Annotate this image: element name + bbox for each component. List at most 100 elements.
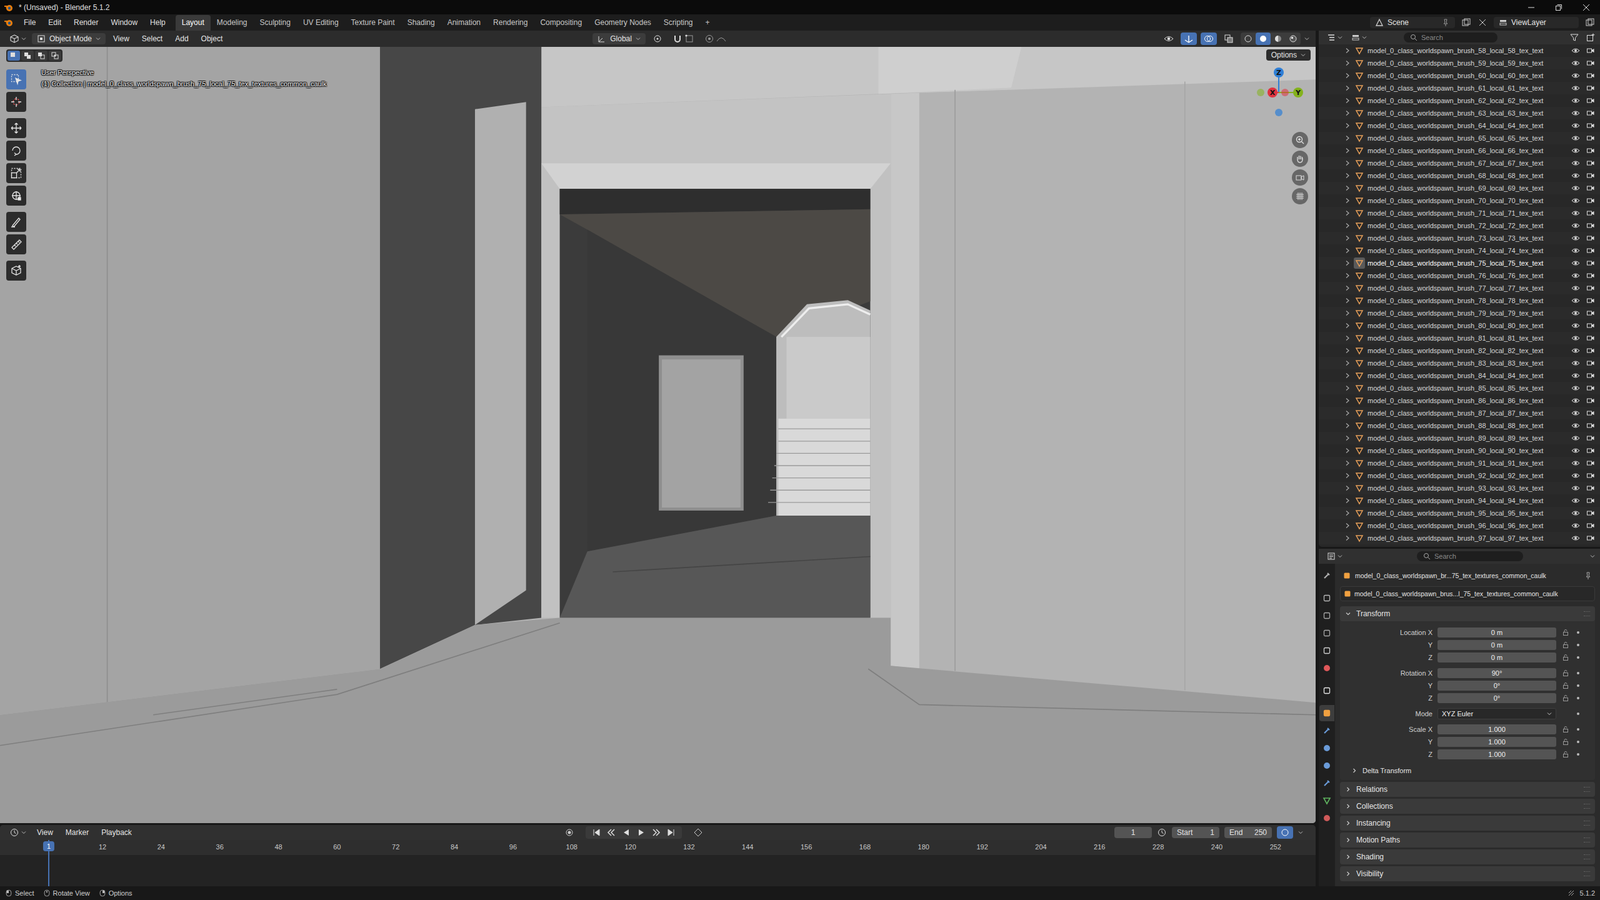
workspace-tab[interactable]: Layout <box>175 15 211 31</box>
negative-z-axis[interactable] <box>1275 108 1283 117</box>
number-field[interactable]: 0 m <box>1437 652 1557 663</box>
timeline-track-area[interactable]: 1224364860728496108120132144156168180192… <box>0 840 1316 887</box>
expand-icon[interactable] <box>1343 396 1352 405</box>
start-frame-field[interactable]: Start1 <box>1171 826 1220 839</box>
timeline-menu[interactable]: View <box>31 826 59 839</box>
keying-icon[interactable] <box>693 827 704 838</box>
expand-icon[interactable] <box>1343 246 1352 255</box>
outliner-row[interactable]: model_0_class_worldspawn_brush_75_local_… <box>1318 256 1600 270</box>
auto-key-icon[interactable] <box>564 827 575 838</box>
select-subtract-button[interactable] <box>35 50 48 61</box>
rotate-tool[interactable] <box>6 140 27 161</box>
outliner-row[interactable]: model_0_class_worldspawn_brush_61_local_… <box>1318 81 1600 95</box>
eye-open-icon[interactable] <box>1571 283 1580 293</box>
mode-dropdown[interactable]: Object Mode <box>31 33 106 45</box>
outliner-row[interactable]: model_0_class_worldspawn_brush_73_local_… <box>1318 231 1600 245</box>
zoom-button[interactable] <box>1291 131 1309 149</box>
outliner-row[interactable]: model_0_class_worldspawn_brush_87_local_… <box>1318 406 1600 420</box>
workspace-tab[interactable]: Geometry Nodes <box>588 15 658 31</box>
workspace-tab[interactable]: Modeling <box>210 15 254 31</box>
expand-icon[interactable] <box>1343 171 1352 180</box>
proportional-edit-button[interactable] <box>701 32 730 45</box>
outliner-row[interactable]: model_0_class_worldspawn_brush_74_local_… <box>1318 244 1600 257</box>
expand-icon[interactable] <box>1343 334 1352 342</box>
lock-icon[interactable] <box>1561 653 1570 662</box>
render-camera-icon[interactable] <box>1586 496 1595 505</box>
outliner-row[interactable]: model_0_class_worldspawn_brush_63_local_… <box>1318 106 1600 120</box>
sync-button[interactable] <box>1276 826 1294 839</box>
outliner-row[interactable]: model_0_class_worldspawn_brush_58_local_… <box>1318 44 1600 57</box>
expand-icon[interactable] <box>1343 284 1352 292</box>
eye-open-icon[interactable] <box>1571 133 1580 143</box>
expand-icon[interactable] <box>1343 371 1352 380</box>
add-cube-tool[interactable] <box>6 260 27 281</box>
expand-icon[interactable] <box>1343 459 1352 467</box>
render-camera-icon[interactable] <box>1586 296 1595 305</box>
drag-grip[interactable] <box>1583 820 1590 826</box>
expand-icon[interactable] <box>1343 159 1352 167</box>
render-camera-icon[interactable] <box>1586 133 1595 143</box>
expand-icon[interactable] <box>1343 484 1352 492</box>
projection-button[interactable] <box>1291 188 1309 205</box>
expand-icon[interactable] <box>1343 46 1352 55</box>
outliner-row[interactable]: model_0_class_worldspawn_brush_65_local_… <box>1318 131 1600 145</box>
outliner-row[interactable]: model_0_class_worldspawn_brush_68_local_… <box>1318 169 1600 182</box>
pivot-button[interactable] <box>649 32 666 45</box>
visibility-toggle[interactable] <box>1160 32 1177 45</box>
outliner-row[interactable]: model_0_class_worldspawn_brush_64_local_… <box>1318 119 1600 132</box>
eye-open-icon[interactable] <box>1571 171 1580 180</box>
constraints-tab[interactable] <box>1319 775 1335 792</box>
render-camera-icon[interactable] <box>1586 458 1595 468</box>
outliner-row[interactable]: model_0_class_worldspawn_brush_80_local_… <box>1318 319 1600 332</box>
expand-icon[interactable] <box>1343 121 1352 130</box>
outliner-row[interactable]: model_0_class_worldspawn_brush_84_local_… <box>1318 369 1600 382</box>
render-camera-icon[interactable] <box>1586 58 1595 68</box>
lock-icon[interactable] <box>1561 725 1570 734</box>
modifiers-tab[interactable] <box>1319 722 1335 739</box>
select-intersect-button[interactable] <box>48 50 62 61</box>
number-field[interactable]: 1.000 <box>1437 736 1557 747</box>
outliner-row[interactable]: model_0_class_worldspawn_brush_69_local_… <box>1318 181 1600 195</box>
render-camera-icon[interactable] <box>1586 446 1595 455</box>
workspace-tab[interactable]: Animation <box>441 15 487 31</box>
wireframe-shading-button[interactable] <box>1240 32 1256 45</box>
new-collection-icon[interactable] <box>1586 33 1595 42</box>
outliner-row[interactable]: model_0_class_worldspawn_brush_95_local_… <box>1318 506 1600 520</box>
next-keyframe-icon[interactable] <box>651 828 661 837</box>
outliner-row[interactable]: model_0_class_worldspawn_brush_76_local_… <box>1318 269 1600 282</box>
render-camera-icon[interactable] <box>1586 383 1595 393</box>
view-layer-selector[interactable]: ViewLayer <box>1493 16 1579 29</box>
menu-item[interactable]: Edit <box>41 15 68 30</box>
output-tab[interactable] <box>1319 607 1335 624</box>
select-new-button[interactable] <box>7 50 20 61</box>
render-camera-icon[interactable] <box>1586 158 1595 168</box>
expand-icon[interactable] <box>1343 534 1352 542</box>
options-button[interactable]: Options <box>1266 49 1311 61</box>
outliner-row[interactable]: model_0_class_worldspawn_brush_90_local_… <box>1318 444 1600 457</box>
number-field[interactable]: 90° <box>1437 668 1557 679</box>
workspace-tab[interactable]: UV Editing <box>296 15 345 31</box>
lock-icon[interactable] <box>1561 669 1570 677</box>
outliner-row[interactable]: model_0_class_worldspawn_brush_93_local_… <box>1318 481 1600 495</box>
workspace-tab[interactable]: Sculpting <box>253 15 297 31</box>
shading-dropdown-icon[interactable] <box>1304 36 1310 42</box>
render-camera-icon[interactable] <box>1586 521 1595 530</box>
eye-open-icon[interactable] <box>1571 221 1580 230</box>
expand-icon[interactable] <box>1343 346 1352 355</box>
rendered-shading-button[interactable] <box>1285 32 1301 45</box>
outliner-row[interactable]: model_0_class_worldspawn_brush_85_local_… <box>1318 381 1600 395</box>
expand-icon[interactable] <box>1343 184 1352 192</box>
tool-tab[interactable] <box>1319 567 1335 584</box>
expand-icon[interactable] <box>1343 221 1352 230</box>
expand-icon[interactable] <box>1343 384 1352 392</box>
render-camera-icon[interactable] <box>1586 358 1595 368</box>
end-frame-field[interactable]: End250 <box>1224 826 1272 839</box>
eye-open-icon[interactable] <box>1571 83 1580 93</box>
expand-icon[interactable] <box>1343 196 1352 205</box>
number-field[interactable]: 0 m <box>1437 640 1557 650</box>
render-camera-icon[interactable] <box>1586 421 1595 430</box>
workspace-tab[interactable]: Rendering <box>486 15 534 31</box>
subpanel-header[interactable]: Delta Transform <box>1340 763 1595 778</box>
object-name-field[interactable]: model_0_class_worldspawn_br...75_tex_tex… <box>1355 571 1580 580</box>
expand-icon[interactable] <box>1343 259 1352 267</box>
